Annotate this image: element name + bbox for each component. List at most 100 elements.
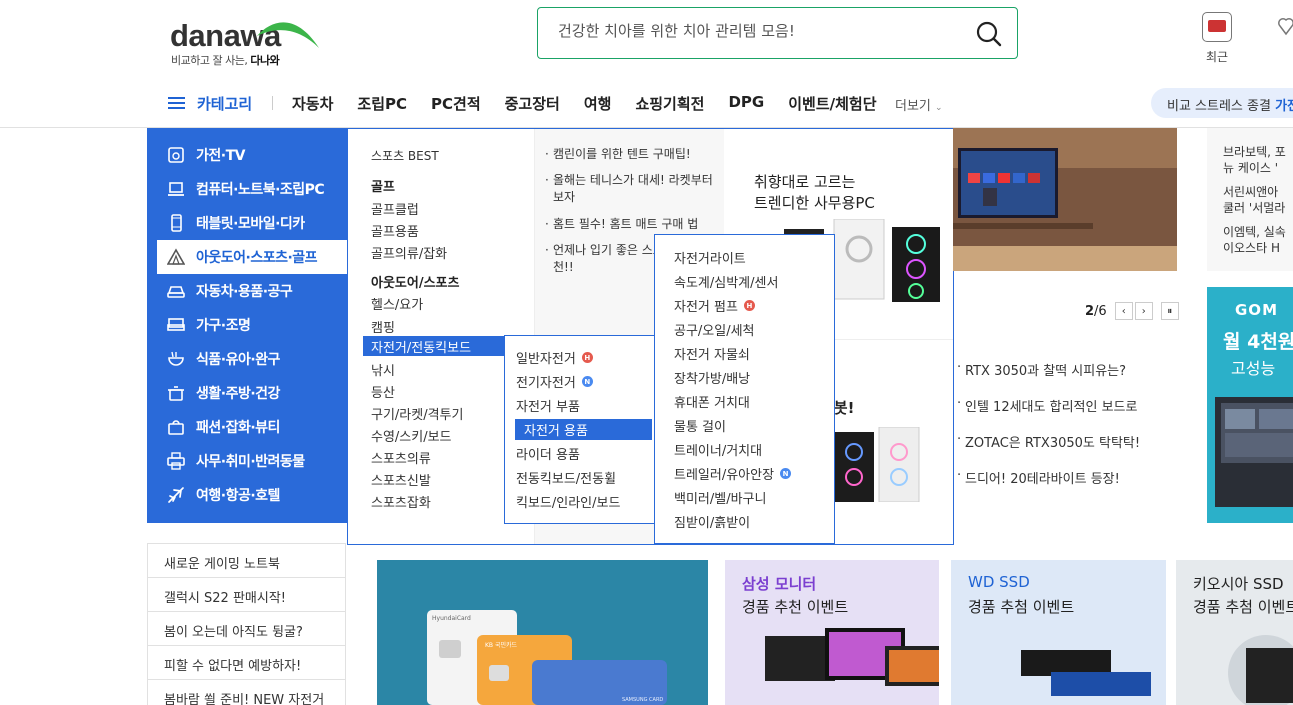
subcategory-item[interactable]: 스포츠잡화 <box>371 492 431 511</box>
gnb-item-custom-pc[interactable]: 조립PC <box>357 93 407 114</box>
quick-link[interactable]: 봄바람 쐴 준비! NEW 자전거 <box>148 679 345 705</box>
chevron-left-icon[interactable]: ‹ <box>1114 302 1133 320</box>
subcategory-item[interactable]: 낚시 <box>371 360 395 379</box>
side-news-line[interactable]: 서린씨앤아 <box>1223 184 1278 200</box>
gom-line2: 고성능 <box>1231 359 1276 378</box>
flyout-item-selected[interactable]: 자전거 용품 <box>515 419 652 440</box>
flyout-item[interactable]: 라이더 용품 <box>516 444 580 463</box>
subcategory-item[interactable]: 수영/스키/보드 <box>371 426 452 445</box>
flyout-item[interactable]: 물통 걸이 <box>674 416 726 435</box>
tip-link[interactable]: 올해는 테니스가 대세! 라켓부터 보자 <box>545 172 718 206</box>
recent-items-button[interactable]: 최근 <box>1199 12 1235 65</box>
quick-link[interactable]: 봄이 오는데 아직도 뒹굴? <box>148 611 345 645</box>
banner-text: 비교 스트레스 종결 <box>1167 99 1276 114</box>
subcategory-item[interactable]: 골프클럽 <box>371 199 419 218</box>
category-item-computer[interactable]: 컴퓨터·노트북·조립PC <box>157 172 348 206</box>
pause-icon[interactable]: ⏸ <box>1160 302 1179 320</box>
subcategory-item[interactable]: 구기/라켓/격투기 <box>371 404 463 423</box>
danawa-logo[interactable]: danawa 비교하고 잘 사는, 다나와 <box>170 14 330 70</box>
more-menu-button[interactable]: 더보기 ⌄ <box>895 95 943 114</box>
subcategory-item[interactable]: 스포츠신발 <box>371 470 431 489</box>
news-item[interactable]: 인텔 12세대도 합리적인 보드로 <box>957 396 1137 415</box>
category-item-car[interactable]: 자동차·용품·공구 <box>157 274 348 308</box>
hero-banner[interactable] <box>953 128 1177 271</box>
flyout-item[interactable]: 자전거 자물쇠 <box>674 344 750 363</box>
tip-link[interactable]: 홈트 필수! 홈트 매트 구매 법 <box>545 216 718 233</box>
new-badge: N <box>581 376 593 387</box>
samsung-monitor-promo[interactable]: 삼성 모니터 경품 추천 이벤트 <box>725 560 939 705</box>
category-item-food[interactable]: 식품·유아·완구 <box>157 342 348 376</box>
flyout-item[interactable]: 짐받이/흙받이 <box>674 512 750 531</box>
side-news-line[interactable]: 쿨러 '서멀라 <box>1223 200 1285 216</box>
promo-title[interactable]: 취향대로 고르는 트렌디한 사무용PC <box>754 172 875 214</box>
category-item-outdoor[interactable]: 아웃도어·스포츠·골프 <box>157 240 348 274</box>
tip-link[interactable]: 캠린이를 위한 텐트 구매팁! <box>545 146 718 163</box>
flyout-item[interactable]: 트레이너/거치대 <box>674 440 762 459</box>
quick-link[interactable]: 피할 수 없다면 예방하자! <box>148 645 345 679</box>
quick-link[interactable]: 갤럭시 S22 판매시작! <box>148 577 345 611</box>
news-item[interactable]: 드디어! 20테라바이트 등장! <box>957 468 1120 487</box>
category-button[interactable]: 카테고리 <box>168 93 252 114</box>
hamburger-icon <box>168 97 185 110</box>
gnb-item-used-market[interactable]: 중고장터 <box>505 93 560 114</box>
flyout-item[interactable]: 일반자전거 H <box>516 348 593 367</box>
side-news-line[interactable]: 이엠텍, 실속 <box>1223 224 1286 240</box>
news-item[interactable]: RTX 3050과 찰떡 시피유는? <box>957 360 1126 379</box>
flyout-item[interactable]: 속도계/심박계/센서 <box>674 272 778 291</box>
subcategory-item[interactable]: 골프용품 <box>371 221 419 240</box>
gnb-item-event[interactable]: 이벤트/체험단 <box>788 93 876 114</box>
subcategory-item[interactable]: 스포츠의류 <box>371 448 431 467</box>
side-news-line[interactable]: 뉴 케이스 ' <box>1223 160 1278 176</box>
gnb-item-shopping-plan[interactable]: 쇼핑기획전 <box>635 93 704 114</box>
news-item[interactable]: ZOTAC은 RTX3050도 탁탁탁! <box>957 432 1140 451</box>
flyout-item[interactable]: 장착가방/배낭 <box>674 368 750 387</box>
outdoor-heading[interactable]: 아웃도어/스포츠 <box>371 272 459 291</box>
category-label: 식품·유아·완구 <box>196 352 280 368</box>
chevron-right-icon[interactable]: › <box>1134 302 1153 320</box>
gnb-item-dpg[interactable]: DPG <box>728 93 764 114</box>
subcategory-item-selected[interactable]: 자전거/전동킥보드 <box>363 336 506 356</box>
subcategory-item[interactable]: 등산 <box>371 382 395 401</box>
flyout-item[interactable]: 자전거 펌프 H <box>674 296 755 315</box>
flyout-item[interactable]: 백미러/벨/바구니 <box>674 488 766 507</box>
quick-link[interactable]: 새로운 게이밍 노트북 <box>148 543 345 577</box>
flyout-item[interactable]: 휴대폰 거치대 <box>674 392 750 411</box>
subcategory-item[interactable]: 골프의류/잡화 <box>371 243 447 262</box>
subcategory-item[interactable]: 캠핑 <box>371 317 395 336</box>
flyout-item[interactable]: 전동킥보드/전동휠 <box>516 468 616 487</box>
gom-ad-banner[interactable]: GOM 월 4천원 고성능 <box>1207 287 1293 523</box>
heart-icon[interactable] <box>1278 14 1293 38</box>
category-item-travel[interactable]: 여행·항공·호텔 <box>157 478 348 512</box>
wd-ssd-promo[interactable]: WD SSD 경품 추첨 이벤트 <box>951 560 1166 705</box>
side-news-line[interactable]: 이오스타 H <box>1223 240 1280 256</box>
search-icon[interactable] <box>975 20 1003 48</box>
kioxia-ssd-promo[interactable]: 키오시아 SSD 경품 추첨 이벤트 <box>1176 560 1293 705</box>
search-input[interactable] <box>558 22 968 40</box>
category-label: 아웃도어·스포츠·골프 <box>196 250 318 266</box>
sports-best-link[interactable]: 스포츠 BEST <box>371 147 439 164</box>
flyout-item[interactable]: 트레일러/유아안장 N <box>674 464 792 483</box>
golf-heading[interactable]: 골프 <box>371 176 395 195</box>
category-item-furniture[interactable]: 가구·조명 <box>157 308 348 342</box>
gnb-promo-banner[interactable]: 비교 스트레스 종결 가전 <box>1151 88 1293 118</box>
plane-icon <box>167 486 185 504</box>
category-item-living[interactable]: 생활·주방·건강 <box>157 376 348 410</box>
gnb-item-car[interactable]: 자동차 <box>292 93 333 114</box>
category-item-office[interactable]: 사무·취미·반려동물 <box>157 444 348 478</box>
credit-card-promo[interactable]: HyundaiCard KB 국민카드 SAMSUNG CARD <box>377 560 708 705</box>
quick-links: 새로운 게이밍 노트북 갤럭시 S22 판매시작! 봄이 오는데 아직도 뒹굴?… <box>147 543 346 705</box>
search-box[interactable] <box>537 7 1018 59</box>
gnb-item-pc-estimate[interactable]: PC견적 <box>431 93 481 114</box>
subcategory-item[interactable]: 헬스/요가 <box>371 294 423 313</box>
category-item-appliance-tv[interactable]: 가전·TV <box>157 138 348 172</box>
category-item-fashion[interactable]: 패션·잡화·뷰티 <box>157 410 348 444</box>
flyout-item[interactable]: 전기자전거 N <box>516 372 593 391</box>
category-item-mobile[interactable]: 태블릿·모바일·디카 <box>157 206 348 240</box>
gnb-item-travel[interactable]: 여행 <box>584 93 612 114</box>
flyout-item[interactable]: 킥보드/인라인/보드 <box>516 492 620 511</box>
flyout-item[interactable]: 공구/오일/세척 <box>674 320 755 339</box>
side-news-line[interactable]: 브라보텍, 포 <box>1223 144 1286 160</box>
gaming-pc-image[interactable] <box>834 427 924 502</box>
flyout-item[interactable]: 자전거 부품 <box>516 396 580 415</box>
flyout-item[interactable]: 자전거라이트 <box>674 248 746 267</box>
